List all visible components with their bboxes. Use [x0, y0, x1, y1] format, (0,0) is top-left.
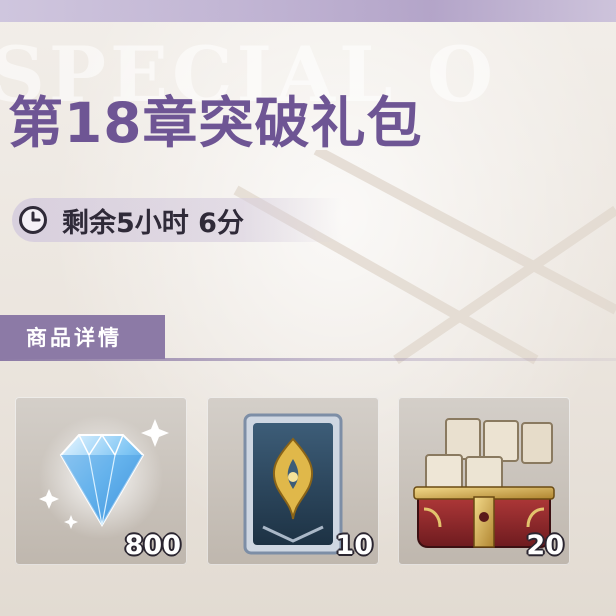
item-slot-diamond[interactable]: 800 [15, 397, 187, 565]
item-slot-card[interactable]: 10 [207, 397, 379, 565]
section-header: 商品详情 [0, 315, 165, 359]
package-title: 第18章突破礼包 [8, 91, 423, 155]
countdown-timer: 剩余5小时 6分 [12, 198, 342, 242]
item-slot-chest[interactable]: 20 [398, 397, 570, 565]
top-banner-strip [0, 0, 616, 22]
item-quantity: 800 [124, 530, 181, 561]
section-divider [0, 358, 616, 361]
item-quantity: 10 [335, 530, 373, 561]
decorative-lines [233, 150, 616, 365]
item-quantity: 20 [526, 530, 564, 561]
clock-icon [19, 206, 47, 234]
countdown-text: 剩余5小时 6分 [62, 207, 244, 239]
